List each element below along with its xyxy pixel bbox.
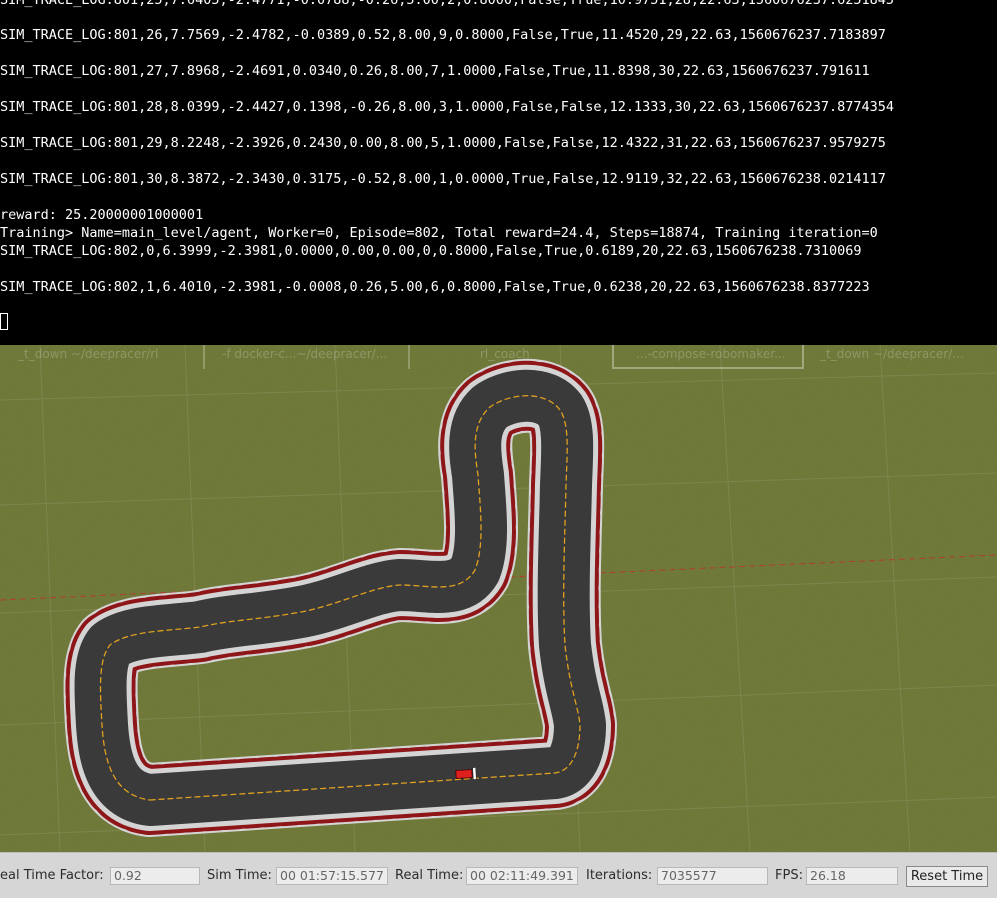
log-line: SIM_TRACE_LOG:801,30,8.3872,-2.3430,0.31… — [0, 171, 886, 187]
log-line: SIM_TRACE_LOG:801,29,8.2248,-2.3926,0.24… — [0, 135, 886, 151]
iterations-field: 7035577 — [657, 867, 768, 885]
real-time-factor-label: eal Time Factor: — [0, 868, 104, 883]
tab-separator — [408, 345, 410, 369]
real-time-field: 00 02:11:49.391 — [466, 867, 578, 885]
tab-separator — [203, 345, 205, 369]
training-line: Training> Name=main_level/agent, Worker=… — [0, 225, 878, 241]
background-tab: rl_coach — [480, 347, 530, 361]
log-line: SIM_TRACE_LOG:801,25,7.6405,-2.4771,-0.0… — [0, 0, 895, 8]
background-tab: ...-compose-robomaker... — [636, 347, 786, 361]
background-tab: -f docker-c...~/deepracer/... — [222, 347, 388, 361]
log-line: SIM_TRACE_LOG:801,28,8.0399,-2.4427,0.13… — [0, 99, 895, 115]
simulation-viewport[interactable]: _t_down ~/deepracer/rl -f docker-c...~/d… — [0, 345, 997, 852]
terminal-output[interactable]: SIM_TRACE_LOG:801,25,7.6405,-2.4771,-0.0… — [0, 0, 997, 345]
log-line: SIM_TRACE_LOG:802,1,6.4010,-2.3981,-0.00… — [0, 279, 870, 295]
sim-time-field: 00 01:57:15.577 — [276, 867, 388, 885]
log-line: SIM_TRACE_LOG:801,26,7.7569,-2.4782,-0.0… — [0, 27, 886, 43]
log-line: SIM_TRACE_LOG:802,0,6.3999,-2.3981,0.000… — [0, 243, 862, 259]
background-tab: _t_down ~/deepracer/... — [820, 347, 964, 361]
track-scene — [0, 345, 997, 852]
terminal-cursor — [0, 313, 8, 330]
gazebo-status-bar: eal Time Factor: 0.92 Sim Time: 00 01:57… — [0, 852, 997, 898]
iterations-label: Iterations: — [586, 868, 653, 883]
real-time-label: Real Time: — [395, 868, 464, 883]
sim-time-label: Sim Time: — [207, 868, 272, 883]
log-line: SIM_TRACE_LOG:801,27,7.8968,-2.4691,0.03… — [0, 63, 870, 79]
background-tab: _t_down ~/deepracer/rl — [18, 347, 159, 361]
reward-line: reward: 25.20000001000001 — [0, 207, 204, 223]
real-time-factor-field: 0.92 — [110, 867, 200, 885]
fps-field: 26.18 — [806, 867, 898, 885]
fps-label: FPS: — [775, 868, 803, 883]
reset-time-button[interactable]: Reset Time — [906, 866, 988, 887]
